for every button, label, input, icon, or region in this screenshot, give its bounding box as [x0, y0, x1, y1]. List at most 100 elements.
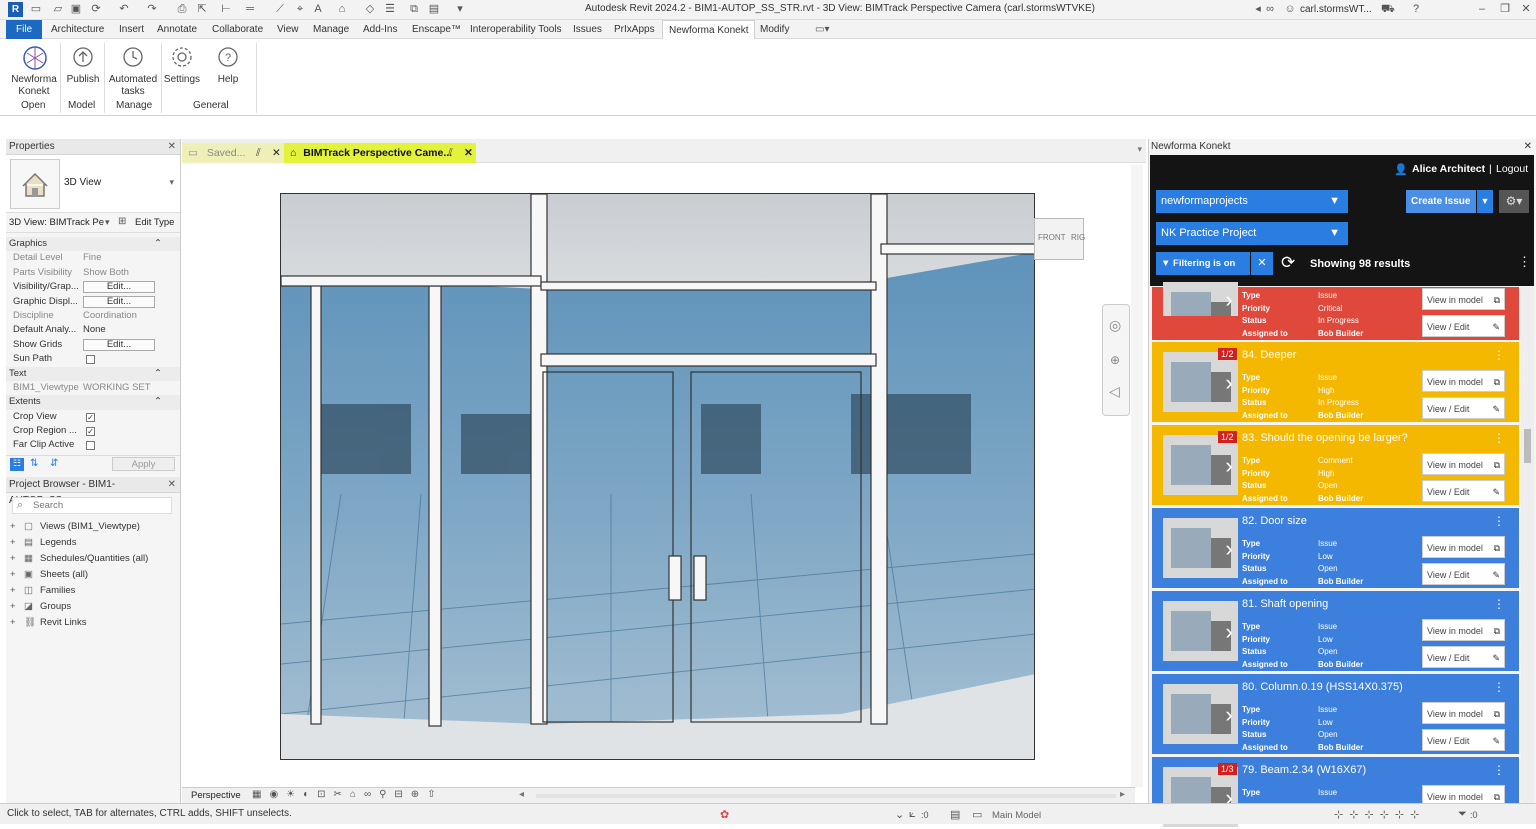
sort-descending-icon[interactable]: ⇵ [50, 458, 58, 469]
switch-windows-icon[interactable]: ▤ [428, 3, 440, 15]
expand-icon[interactable]: + [10, 551, 16, 567]
pin-icon[interactable]: ⫽ [448, 143, 453, 163]
create-issue-menu[interactable]: ▼ [1477, 190, 1493, 213]
scroll-left-icon[interactable]: ◂ [519, 789, 524, 800]
more-options-icon[interactable]: ⋮ [1518, 254, 1531, 270]
align-icon[interactable]: ═ [244, 3, 256, 15]
revit-logo-icon[interactable]: R [8, 2, 23, 17]
undo-icon[interactable]: ↶ [118, 3, 130, 15]
design-options-icon[interactable]: ⟀ [909, 808, 916, 821]
tree-item[interactable]: + ⛓ Revit Links [6, 615, 180, 631]
open-icon[interactable]: ▱ [52, 3, 64, 15]
expand-icon[interactable]: + [10, 599, 16, 615]
sort-ascending-icon[interactable]: ⇅ [30, 458, 38, 469]
section-graphics[interactable]: Graphics ⌃ [6, 237, 180, 252]
view-in-model-button[interactable]: View in model ⧉ [1422, 702, 1505, 724]
property-value[interactable]: Show Both [83, 266, 129, 280]
viewcube-side[interactable]: RIG [1071, 233, 1085, 242]
search-input[interactable] [33, 498, 163, 512]
filter-funnel-icon[interactable]: ⏷ [1458, 808, 1467, 821]
print-icon[interactable]: ⎙ [176, 3, 188, 15]
tab-modify[interactable]: Modify [760, 20, 789, 39]
pin-icon[interactable]: ⫽ [256, 143, 261, 163]
issue-card[interactable]: › 80. Column.0.19 (HSS14X0.375) ⋮ Type Issue… [1152, 674, 1519, 754]
tab-interoperability[interactable]: Interoperability Tools [470, 20, 562, 39]
refresh-icon[interactable]: ⟳ [1281, 253, 1295, 273]
close-hidden-icon[interactable]: ⧉ [408, 3, 420, 15]
chevron-right-icon[interactable]: › [1220, 453, 1238, 479]
worksharing-icon[interactable]: ✿ [720, 808, 729, 821]
tab-file[interactable]: File [6, 20, 43, 39]
tab-newforma-konekt[interactable]: Newforma Konekt [662, 20, 756, 39]
selection-filters-icons[interactable]: ⊹⊹⊹⊹⊹⊹ [1334, 808, 1425, 821]
ribbon-options-icon[interactable]: ▭▾ [815, 20, 829, 39]
search-field[interactable]: ⌕ [12, 496, 172, 514]
model-icon[interactable]: ▭ [972, 808, 982, 821]
text-icon[interactable]: A [312, 3, 324, 15]
expand-icon[interactable]: + [10, 567, 16, 583]
steering-wheel-icon[interactable]: ◎ [1109, 317, 1121, 334]
view-edit-button[interactable]: View / Edit ✎ [1422, 729, 1505, 751]
close-icon[interactable]: ✕ [272, 143, 281, 163]
tab-insert[interactable]: Insert [119, 20, 144, 39]
tree-item[interactable]: + ◪ Groups [6, 599, 180, 615]
chevron-right-icon[interactable]: › [1220, 702, 1238, 728]
export-icon[interactable]: ⇱ [196, 3, 208, 15]
fly-icon[interactable]: ◁ [1109, 383, 1120, 400]
publish-button[interactable]: Publish [63, 45, 103, 86]
project-group-dropdown[interactable]: newformaprojects ▼ [1156, 190, 1348, 213]
user-icon[interactable]: ☺ [1284, 3, 1296, 15]
expand-icon[interactable]: + [10, 519, 16, 535]
type-selector[interactable]: 3D View ▾ [6, 155, 180, 213]
view-in-model-button[interactable]: View in model ⧉ [1422, 453, 1505, 475]
expand-icon[interactable]: + [10, 583, 16, 599]
tree-item[interactable]: + ▢ Views (BIM1_Viewtype) [6, 519, 180, 535]
more-options-icon[interactable]: ⋮ [1493, 514, 1505, 528]
tag-icon[interactable]: ⟋ [274, 3, 286, 15]
tab-saved[interactable]: ▭ Saved... ⫽ ✕ [182, 143, 284, 163]
scroll-right-icon[interactable]: ▸ [1120, 789, 1125, 800]
tab-manage[interactable]: Manage [313, 20, 349, 39]
scroll-thumb[interactable] [1524, 429, 1531, 463]
instance-selector[interactable]: 3D View: BIMTrack Pe [9, 217, 104, 228]
issue-card[interactable]: › 1/2 83. Should the opening be larger? ⋮ Ty… [1152, 425, 1519, 505]
horizontal-scrollbar[interactable] [536, 794, 1116, 798]
property-value[interactable]: WORKING SET [83, 381, 151, 395]
redo-icon[interactable]: ↷ [146, 3, 158, 15]
minimize-icon[interactable]: – [1476, 3, 1488, 15]
close-icon[interactable]: ✕ [1520, 3, 1532, 15]
binoculars-icon[interactable]: ∞ [1264, 3, 1276, 15]
chevron-right-icon[interactable]: › [1220, 370, 1238, 396]
view-in-model-button[interactable]: View in model ⧉ [1422, 536, 1505, 558]
edit-button[interactable]: Edit... [83, 281, 155, 294]
property-value[interactable]: Coordination [83, 309, 137, 323]
view-edit-button[interactable]: View / Edit ✎ [1422, 397, 1505, 419]
issue-card[interactable]: › 82. Door size ⋮ Type Issue Priority Low Statu… [1152, 508, 1519, 588]
sync-icon[interactable]: ⟳ [90, 3, 102, 15]
tab-bimtrack-camera[interactable]: ⌂ BIMTrack Perspective Came... ⫽ ✕ [284, 143, 476, 163]
viewcube-front[interactable]: FRONT [1038, 233, 1066, 242]
active-model[interactable]: Main Model [992, 810, 1041, 821]
section-text[interactable]: Text ⌃ [6, 366, 180, 381]
more-options-icon[interactable]: ⋮ [1493, 597, 1505, 611]
back-icon[interactable]: ◂ [1252, 3, 1264, 15]
viewcube[interactable]: FRONT RIG [1034, 218, 1085, 260]
view-vertical-scrollbar[interactable] [1131, 165, 1143, 787]
tree-item[interactable]: + ◫ Families [6, 583, 180, 599]
editable-icon[interactable]: ▤ [950, 808, 960, 821]
tab-enscape[interactable]: Enscape™ [412, 20, 461, 39]
close-icon[interactable]: ✕ [464, 143, 473, 163]
chevron-right-icon[interactable]: › [1220, 287, 1238, 313]
view-edit-button[interactable]: View / Edit ✎ [1422, 315, 1505, 337]
settings-button[interactable]: Settings [163, 45, 201, 86]
issue-card[interactable]: › 1/3 79. Beam.2.34 (W16X67) ⋮ Type Issue View… [1152, 757, 1519, 827]
collapse-icon[interactable]: ⌃ [154, 395, 162, 409]
3d-view-icon[interactable]: ⌂ [336, 3, 348, 15]
checkbox[interactable]: ✓ [86, 412, 95, 422]
help-circle-icon[interactable]: ? [1410, 3, 1422, 15]
clear-filter-button[interactable]: ✕ [1251, 252, 1273, 275]
project-dropdown[interactable]: NK Practice Project ▼ [1156, 222, 1348, 245]
close-icon[interactable]: ✕ [168, 139, 176, 155]
checkbox[interactable]: ✓ [86, 427, 95, 437]
more-options-icon[interactable]: ⋮ [1493, 763, 1505, 777]
